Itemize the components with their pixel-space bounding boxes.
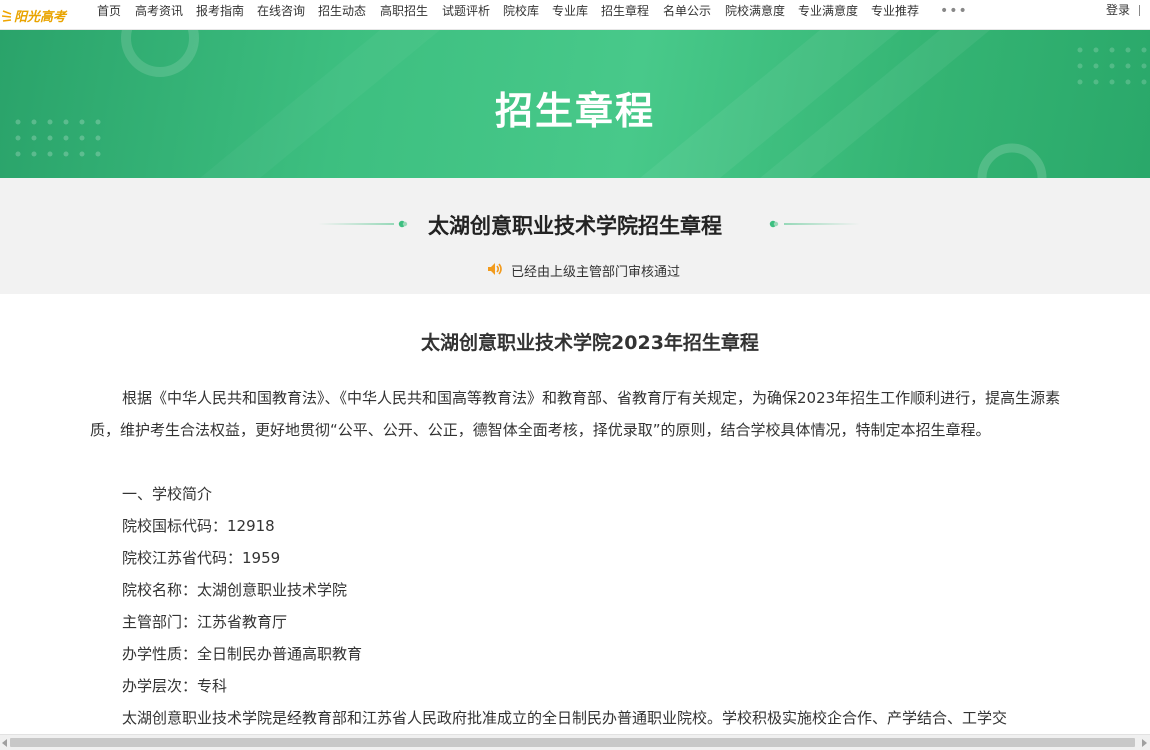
top-nav: 阳光高考 首页 高考资讯 报考指南 在线咨询 招生动态 高职招生 试题评析 院校…	[0, 0, 1150, 30]
speaker-icon	[488, 263, 502, 275]
section-heading-intro: 一、学校简介	[122, 485, 213, 503]
school-name: 院校名称：太湖创意职业技术学院	[122, 581, 348, 599]
scroll-left-icon[interactable]	[2, 739, 7, 747]
authority: 主管部门：江苏省教育厅	[122, 613, 288, 631]
province-code: 院校江苏省代码：1959	[122, 549, 281, 567]
document-title: 太湖创意职业技术学院2023年招生章程	[421, 332, 759, 354]
scrollbar-thumb[interactable]	[10, 738, 1135, 747]
nav-item-college-db[interactable]: 院校库	[503, 3, 539, 19]
nav-item-public-list[interactable]: 名单公示	[663, 3, 711, 19]
horizontal-scrollbar[interactable]	[0, 734, 1150, 750]
school-description: 太湖创意职业技术学院是经教育部和江苏省人民政府批准成立的全日制民办普通职业院校。…	[122, 709, 1008, 727]
nav-item-vocational[interactable]: 高职招生	[380, 3, 428, 19]
nav-item-news[interactable]: 高考资讯	[135, 3, 183, 19]
nav-item-guide[interactable]: 报考指南	[196, 3, 244, 19]
school-title: 太湖创意职业技术学院招生章程	[428, 214, 722, 238]
more-menu-icon[interactable]: •••	[940, 4, 968, 18]
intro-paragraph: 根据《中华人民共和国教育法》、《中华人民共和国高等教育法》和教育部、省教育厅有关…	[90, 389, 1061, 439]
nav-item-major-satisfaction[interactable]: 专业满意度	[798, 3, 858, 19]
school-header: 太湖创意职业技术学院招生章程 已经由上级主管部门审核通过	[0, 178, 1150, 294]
nav-item-admissions-news[interactable]: 招生动态	[318, 3, 366, 19]
nav-item-major-recommend[interactable]: 专业推荐	[871, 3, 919, 19]
nav-item-charter[interactable]: 招生章程	[601, 3, 649, 19]
school-nature: 办学性质：全日制民办普通高职教育	[122, 645, 363, 663]
page-title: 招生章程	[494, 89, 655, 133]
logo-text: 阳光高考	[14, 10, 67, 25]
login-link[interactable]: 登录	[1106, 2, 1130, 18]
title-decoration-right	[769, 220, 860, 228]
nav-item-major-db[interactable]: 专业库	[552, 3, 588, 19]
nav-item-consult[interactable]: 在线咨询	[257, 3, 305, 19]
login-divider	[1139, 5, 1140, 16]
site-logo[interactable]: 阳光高考	[2, 4, 70, 26]
scroll-right-icon[interactable]	[1142, 739, 1147, 747]
nav-item-college-satisfaction[interactable]: 院校满意度	[725, 3, 785, 19]
page-banner: 招生章程	[0, 30, 1150, 178]
school-level: 办学层次：专科	[122, 677, 228, 695]
national-code: 院校国标代码：12918	[122, 517, 275, 535]
nav-item-exam-review[interactable]: 试题评析	[442, 3, 490, 19]
nav-item-home[interactable]: 首页	[97, 3, 121, 19]
approval-text: 已经由上级主管部门审核通过	[511, 265, 681, 280]
charter-document: 太湖创意职业技术学院2023年招生章程 根据《中华人民共和国教育法》、《中华人民…	[90, 294, 1090, 734]
